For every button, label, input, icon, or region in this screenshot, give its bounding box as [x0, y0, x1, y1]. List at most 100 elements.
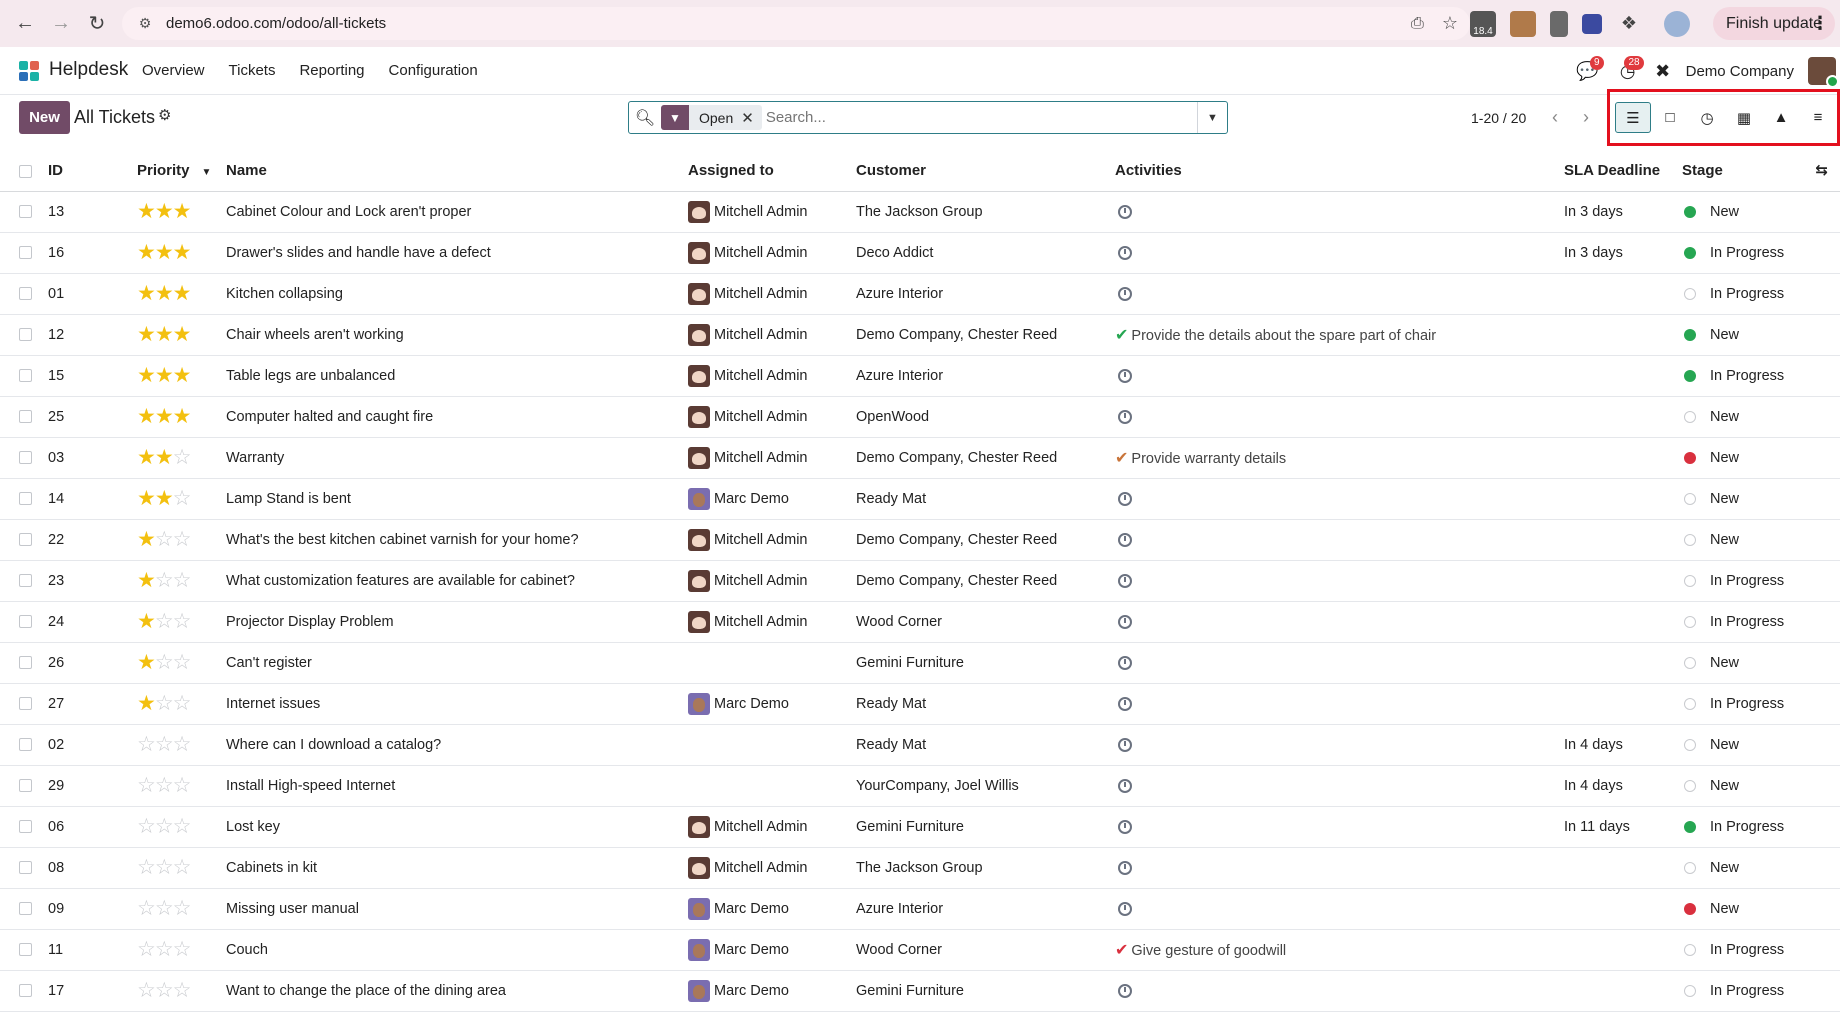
- clock-icon[interactable]: [1118, 245, 1132, 260]
- column-activities[interactable]: Activities: [1115, 151, 1564, 192]
- assignee[interactable]: Mitchell Admin: [688, 569, 856, 592]
- assignee[interactable]: Mitchell Admin: [688, 282, 856, 305]
- priority-star-icon[interactable]: ★: [155, 446, 174, 469]
- priority-star-icon[interactable]: ☆: [155, 692, 174, 715]
- clock-icon[interactable]: [1118, 368, 1132, 383]
- clock-icon[interactable]: [1118, 573, 1132, 588]
- table-row[interactable]: 22 ★☆☆ What's the best kitchen cabinet var…: [0, 519, 1840, 561]
- clock-icon[interactable]: [1118, 901, 1132, 916]
- table-row[interactable]: 01 ★★★ Kitchen collapsing Mitchell Admin Azu…: [0, 273, 1840, 315]
- priority-star-icon[interactable]: ☆: [173, 692, 192, 715]
- column-id[interactable]: ID: [48, 151, 137, 192]
- profile-avatar-icon[interactable]: [1664, 10, 1690, 37]
- table-row[interactable]: 15 ★★★ Table legs are unbalanced Mitchell A…: [0, 355, 1840, 397]
- ticket-name[interactable]: Projector Display Problem: [226, 601, 688, 643]
- search-input[interactable]: [765, 109, 1197, 126]
- assignee[interactable]: Mitchell Admin: [688, 528, 856, 551]
- assignee[interactable]: Marc Demo: [688, 487, 856, 510]
- assignee[interactable]: Mitchell Admin: [688, 323, 856, 346]
- priority-star-icon[interactable]: ★: [137, 692, 156, 715]
- clock-icon[interactable]: [1118, 409, 1132, 424]
- priority-star-icon[interactable]: ☆: [173, 610, 192, 633]
- clock-icon[interactable]: [1118, 532, 1132, 547]
- row-checkbox[interactable]: [19, 205, 32, 219]
- graph-view-icon[interactable]: ▲: [1763, 102, 1799, 133]
- table-row[interactable]: 13 ★★★ Cabinet Colour and Lock aren't prop…: [0, 191, 1840, 233]
- priority-star-icon[interactable]: ☆: [137, 815, 156, 838]
- priority-star-icon[interactable]: ☆: [173, 815, 192, 838]
- priority-star-icon[interactable]: ☆: [173, 569, 192, 592]
- table-row[interactable]: 12 ★★★ Chair wheels aren't working Mitchell…: [0, 314, 1840, 356]
- menu-configuration[interactable]: Configuration: [389, 62, 478, 79]
- priority-star-icon[interactable]: ★: [173, 323, 192, 346]
- table-row[interactable]: 25 ★★★ Computer halted and caught fire Mitc…: [0, 396, 1840, 438]
- row-checkbox[interactable]: [19, 656, 32, 670]
- priority-star-icon[interactable]: ☆: [173, 938, 192, 961]
- extension-icon[interactable]: [1582, 13, 1602, 34]
- status-dot[interactable]: [1684, 738, 1696, 751]
- row-checkbox[interactable]: [19, 246, 32, 260]
- priority-star-icon[interactable]: ★: [173, 364, 192, 387]
- priority-star-icon[interactable]: ☆: [137, 774, 156, 797]
- row-checkbox[interactable]: [19, 615, 32, 629]
- priority-star-icon[interactable]: ☆: [173, 979, 192, 1002]
- new-button[interactable]: New: [19, 101, 70, 134]
- priority-star-icon[interactable]: ★: [137, 200, 156, 223]
- priority-star-icon[interactable]: ☆: [173, 856, 192, 879]
- priority-star-icon[interactable]: ★: [173, 282, 192, 305]
- remove-facet-icon[interactable]: ✕: [741, 109, 762, 127]
- priority-star-icon[interactable]: ☆: [155, 815, 174, 838]
- row-checkbox[interactable]: [19, 287, 32, 301]
- activity-summary[interactable]: Give gesture of goodwill: [1131, 943, 1286, 959]
- site-settings-icon[interactable]: ⚙: [134, 13, 156, 35]
- priority-star-icon[interactable]: ★: [155, 487, 174, 510]
- activity-view-icon[interactable]: ◷: [1689, 102, 1725, 133]
- clock-icon[interactable]: [1118, 614, 1132, 629]
- column-stage[interactable]: Stage ⇆: [1682, 151, 1840, 192]
- priority-star-icon[interactable]: ★: [155, 323, 174, 346]
- assignee[interactable]: Marc Demo: [688, 938, 856, 961]
- ticket-name[interactable]: Cabinets in kit: [226, 847, 688, 889]
- priority-star-icon[interactable]: ★: [137, 446, 156, 469]
- status-dot[interactable]: [1684, 943, 1696, 956]
- priority-star-icon[interactable]: ☆: [173, 528, 192, 551]
- ticket-name[interactable]: Install High-speed Internet: [226, 765, 688, 807]
- checkmark-icon[interactable]: ✔: [1115, 942, 1128, 959]
- priority-star-icon[interactable]: ☆: [137, 856, 156, 879]
- priority-star-icon[interactable]: ☆: [155, 733, 174, 756]
- column-sla[interactable]: SLA Deadline: [1564, 151, 1682, 192]
- user-avatar[interactable]: [1808, 57, 1839, 88]
- status-dot[interactable]: [1684, 451, 1696, 464]
- table-row[interactable]: 29 ☆☆☆ Install High-speed Internet YourComp…: [0, 765, 1840, 807]
- company-switcher[interactable]: Demo Company: [1686, 63, 1794, 80]
- assignee[interactable]: Marc Demo: [688, 897, 856, 920]
- status-dot[interactable]: [1684, 615, 1696, 628]
- column-customer[interactable]: Customer: [856, 151, 1115, 192]
- status-dot[interactable]: [1684, 410, 1696, 423]
- priority-star-icon[interactable]: ☆: [155, 569, 174, 592]
- priority-star-icon[interactable]: ★: [173, 200, 192, 223]
- table-row[interactable]: 14 ★★☆ Lamp Stand is bent Marc Demo Ready Ma…: [0, 478, 1840, 520]
- row-checkbox[interactable]: [19, 369, 32, 383]
- assignee[interactable]: Marc Demo: [688, 692, 856, 715]
- clock-icon[interactable]: [1118, 204, 1132, 219]
- clock-icon[interactable]: [1118, 860, 1132, 875]
- table-row[interactable]: 08 ☆☆☆ Cabinets in kit Mitchell Admin The Ja…: [0, 847, 1840, 889]
- row-checkbox[interactable]: [19, 779, 32, 793]
- status-dot[interactable]: [1684, 861, 1696, 874]
- priority-star-icon[interactable]: ☆: [155, 856, 174, 879]
- forward-icon[interactable]: →: [43, 5, 79, 41]
- ticket-name[interactable]: Drawer's slides and handle have a defect: [226, 232, 688, 274]
- cohort-view-icon[interactable]: ≡: [1800, 102, 1836, 133]
- priority-star-icon[interactable]: ★: [155, 200, 174, 223]
- assignee[interactable]: Mitchell Admin: [688, 815, 856, 838]
- column-assigned[interactable]: Assigned to: [688, 151, 856, 192]
- kebab-menu-icon[interactable]: ⋮: [1811, 13, 1829, 34]
- ticket-name[interactable]: Cabinet Colour and Lock aren't proper: [226, 191, 688, 233]
- optional-columns-icon[interactable]: ⇆: [1815, 161, 1828, 179]
- priority-star-icon[interactable]: ★: [155, 364, 174, 387]
- ticket-name[interactable]: Lost key: [226, 806, 688, 848]
- priority-star-icon[interactable]: ☆: [155, 610, 174, 633]
- assignee[interactable]: Mitchell Admin: [688, 241, 856, 264]
- ticket-name[interactable]: Kitchen collapsing: [226, 273, 688, 315]
